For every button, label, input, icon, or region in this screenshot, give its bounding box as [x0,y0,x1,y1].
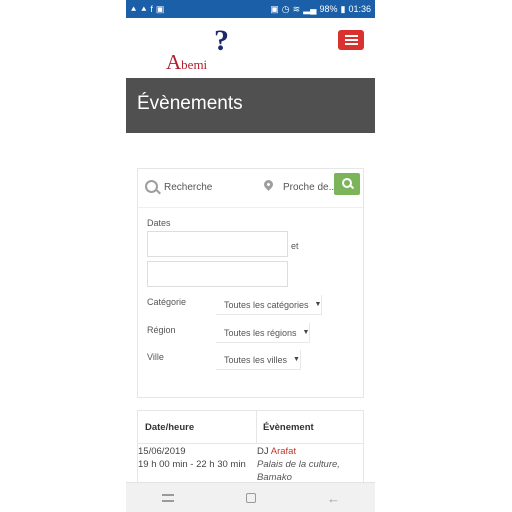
near-location-input[interactable]: Proche de... [283,182,337,193]
region-select[interactable]: Toutes les régions ▼ [216,323,311,343]
city-label: Ville [147,352,164,362]
menu-icon-bar [344,39,358,41]
menu-icon-bar [344,35,358,37]
column-divider [256,411,257,443]
city-select-value: Toutes les villes [224,354,288,365]
search-icon [342,178,352,188]
category-select[interactable]: Toutes les catégories ▼ [216,295,323,315]
event-title: DJ Arafat [257,445,340,458]
app-screen: ⯅ ⯅ f ▣ ▣ ◷ ≋ ▂▄ 98% ▮ 01:36 Abemi ? Évè… [126,0,375,512]
event-dj-prefix: DJ [257,446,269,457]
dates-label: Dates [147,218,171,228]
event-venue: Palais de la culture, [257,459,340,470]
app-header: Abemi ? [126,18,375,78]
header-divider [138,443,363,444]
search-panel: Recherche Proche de... Dates et Catégori… [137,168,364,398]
search-submit-button[interactable] [334,173,360,195]
menu-icon-bar [344,43,358,45]
hamburger-menu-button[interactable] [338,30,364,50]
back-arrow-icon: ← [327,490,340,506]
start-date-field[interactable] [147,231,288,257]
back-button[interactable]: ← [324,490,344,506]
status-right-icons: ▣ ◷ ≋ ▂▄ 98% ▮ 01:36 [270,4,371,14]
table-row-event: DJ Arafat Palais de la culture, Bamako [257,445,340,484]
abemi-logo[interactable]: Abemi ? [166,24,236,75]
logo-text: Abemi [166,50,207,75]
status-left-icons: ⯅ ⯅ f ▣ [130,4,164,14]
event-time: 19 h 00 min - 22 h 30 min [138,459,246,470]
table-header-date: Date/heure [145,421,195,433]
home-icon [245,493,256,503]
wifi-icon: ≋ [292,4,301,14]
image-icon: ▣ [155,4,165,14]
logo-question-mark: ? [214,24,229,57]
caret-down-icon: ▼ [302,329,310,336]
event-date: 15/06/2019 [138,446,186,457]
category-select-value: Toutes les catégories [224,299,309,310]
page-banner: Évènements [126,78,375,133]
system-nav-bar: ← [126,482,375,512]
event-artist-link[interactable]: Arafat [271,446,296,457]
clock: 01:36 [348,4,371,14]
recent-apps-icon [161,494,174,502]
caret-down-icon: ▼ [314,301,322,308]
caret-down-icon: ▼ [293,356,300,363]
logo-letter-a: A [166,50,182,74]
recent-apps-button[interactable] [158,490,178,506]
logo-letters: bemi [181,57,208,72]
end-date-field[interactable] [147,261,288,287]
gallery-icon: ▣ [270,4,279,14]
city-select[interactable]: Toutes les villes ▼ [216,350,301,370]
location-pin-icon [262,178,275,191]
navigation-icon: ⯅ [140,4,148,14]
home-button[interactable] [241,490,261,506]
category-label: Catégorie [147,297,187,307]
region-label: Région [147,325,176,335]
events-table: Date/heure Évènement 15/06/2019 19 h 00 … [137,410,364,490]
signal-icon: ▂▄ [303,4,317,14]
search-icon [145,180,158,193]
region-select-value: Toutes les régions [224,327,297,338]
facebook-icon: f [150,4,153,14]
search-input[interactable]: Recherche [164,182,212,193]
battery-level: 98% [319,4,338,14]
search-row: Recherche Proche de... [138,169,363,208]
status-bar: ⯅ ⯅ f ▣ ▣ ◷ ≋ ▂▄ 98% ▮ 01:36 [126,0,375,18]
navigation-icon: ⯅ [130,4,138,14]
date-range-separator: et [291,241,299,251]
table-row-date: 15/06/2019 19 h 00 min - 22 h 30 min [138,445,246,471]
page-title: Évènements [137,93,243,114]
table-header-event: Évènement [263,421,314,433]
alarm-icon: ◷ [281,4,290,14]
battery-icon: ▮ [340,4,346,14]
